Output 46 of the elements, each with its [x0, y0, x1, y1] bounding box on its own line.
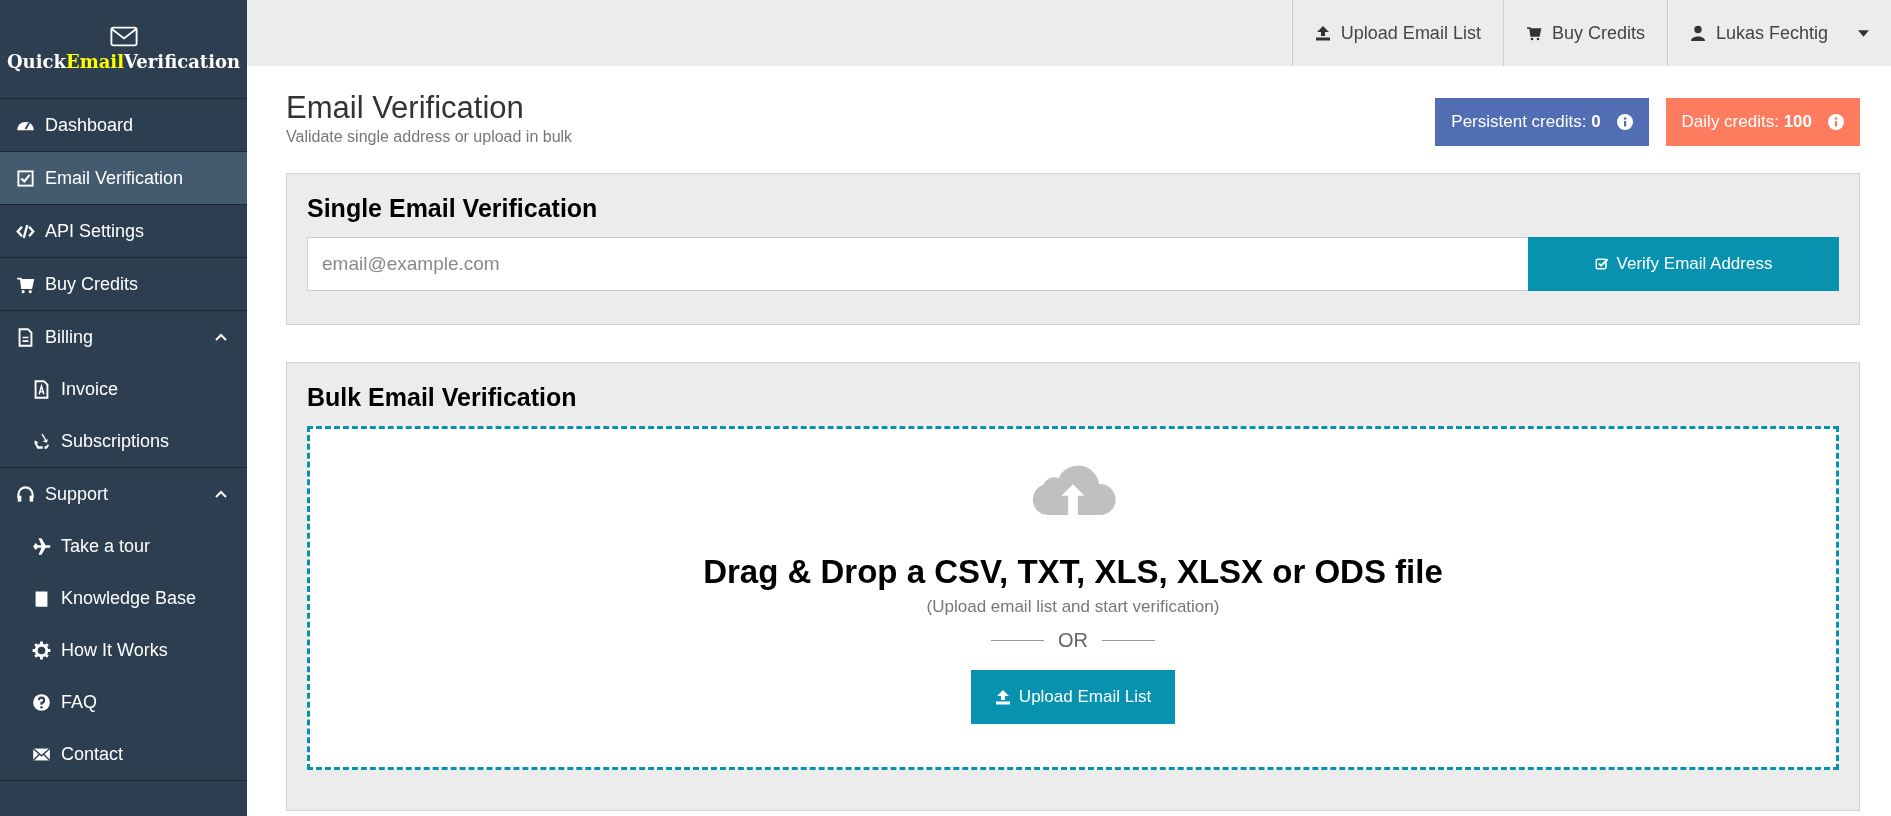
verify-button[interactable]: Verify Email Address [1528, 237, 1839, 291]
logo-text: QuickEmailVerification [6, 51, 241, 72]
upload-icon [1314, 25, 1331, 41]
panel-title: Single Email Verification [307, 194, 599, 223]
or-divider-text: OR [1058, 629, 1088, 652]
upload-icon [994, 689, 1011, 705]
check-icon [1594, 257, 1609, 271]
cart-icon [1525, 25, 1542, 41]
user-icon [1689, 25, 1706, 41]
drop-heading: Drag & Drop a CSV, TXT, XLS, XLSX or ODS file [703, 553, 1443, 591]
plane-icon [32, 536, 51, 556]
drop-zone[interactable]: Drag & Drop a CSV, TXT, XLS, XLSX or ODS file (Upload email list and start verification) OR Upload Email List [307, 426, 1839, 770]
credits-badge: Persistent credits: 0 [1435, 98, 1649, 146]
question-icon [32, 692, 51, 712]
sidebar-item[interactable]: Buy Credits [0, 258, 247, 310]
top-user-link[interactable]: Lukas Fechtig [1666, 0, 1891, 66]
email-input-field[interactable]: email@example.com [307, 237, 1528, 291]
sidebar-subitem[interactable]: Subscriptions [0, 415, 247, 467]
sidebar-item[interactable]: Email Verification [0, 152, 247, 204]
panel-title: Bulk Email Verification [307, 383, 578, 412]
envelope-icon [109, 26, 138, 47]
sidebar-subitem[interactable]: Invoice [0, 363, 247, 415]
info-icon[interactable] [1828, 114, 1844, 130]
sidebar-item[interactable]: Billing [0, 311, 247, 363]
sidebar-subitem[interactable]: Knowledge Base [0, 572, 247, 624]
pdf-icon [32, 379, 51, 399]
gear-icon [32, 640, 51, 660]
headset-icon [16, 484, 35, 504]
sidebar-item[interactable]: API Settings [0, 205, 247, 257]
sidebar-subitem[interactable]: How It Works [0, 624, 247, 676]
check-icon [16, 168, 35, 188]
sidebar-item[interactable]: Support [0, 468, 247, 520]
sidebar-subitem[interactable]: Take a tour [0, 520, 247, 572]
sidebar-subitem[interactable]: Contact [0, 728, 247, 780]
sidebar-item[interactable]: Dashboard [0, 99, 247, 151]
top-cart-link[interactable]: Buy Credits [1502, 0, 1667, 66]
caret-icon [1858, 29, 1869, 37]
top-upload-link[interactable]: Upload Email List [1291, 0, 1503, 66]
info-icon[interactable] [1616, 114, 1633, 130]
credits-badge: Daily credits: 100 [1665, 98, 1860, 146]
sidebar-subitem[interactable]: FAQ [0, 676, 247, 728]
doc-icon [16, 327, 35, 347]
drop-hint: (Upload email list and start verification) [926, 597, 1220, 617]
page-subtitle: Validate single address or upload in bulk [286, 128, 573, 146]
page-title: Email Verification [286, 90, 525, 126]
upload-button[interactable]: Upload Email List [971, 670, 1175, 724]
